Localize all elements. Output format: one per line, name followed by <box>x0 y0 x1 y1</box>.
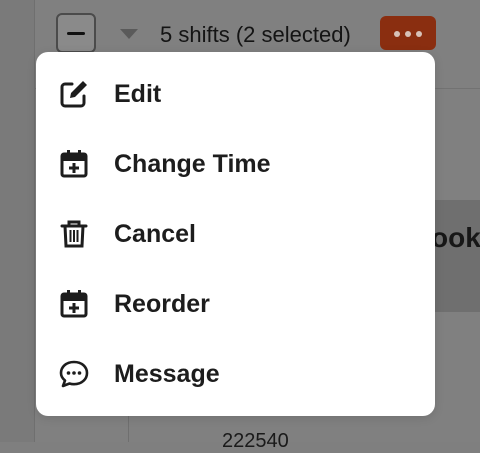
chevron-down-icon[interactable] <box>120 29 138 39</box>
background-panel-text: ook <box>431 222 480 253</box>
shifts-toolbar: 5 shifts (2 selected) <box>0 0 480 60</box>
menu-item-label: Change Time <box>114 149 271 178</box>
menu-item-label: Message <box>114 359 220 388</box>
shift-count-label: 5 shifts (2 selected) <box>160 22 351 48</box>
trash-icon <box>58 218 90 250</box>
chat-bubble-icon <box>58 358 90 390</box>
select-all-checkbox[interactable] <box>56 13 96 53</box>
menu-item-change-time[interactable]: Change Time <box>36 129 435 199</box>
more-dots-icon <box>394 31 400 37</box>
menu-item-edit[interactable]: Edit <box>36 59 435 129</box>
more-actions-button[interactable] <box>380 16 436 50</box>
edit-icon <box>58 78 90 110</box>
menu-item-label: Edit <box>114 79 162 108</box>
menu-item-message[interactable]: Message <box>36 339 435 409</box>
calendar-plus-icon <box>58 288 90 320</box>
actions-menu: Edit Change Time Cancel Reorder Message <box>36 52 435 416</box>
selected-count: (2 selected) <box>235 22 351 47</box>
calendar-plus-icon <box>58 148 90 180</box>
background-panel <box>434 200 480 312</box>
background-left-column <box>0 0 34 442</box>
menu-item-reorder[interactable]: Reorder <box>36 269 435 339</box>
more-dots-icon-dot <box>416 31 422 37</box>
menu-item-label: Reorder <box>114 289 210 318</box>
background-divider <box>34 0 35 442</box>
indeterminate-dash-icon <box>67 32 85 35</box>
shift-count: 5 shifts <box>160 22 230 47</box>
more-dots-icon-dot <box>405 31 411 37</box>
menu-item-label: Cancel <box>114 219 196 248</box>
menu-item-cancel[interactable]: Cancel <box>36 199 435 269</box>
